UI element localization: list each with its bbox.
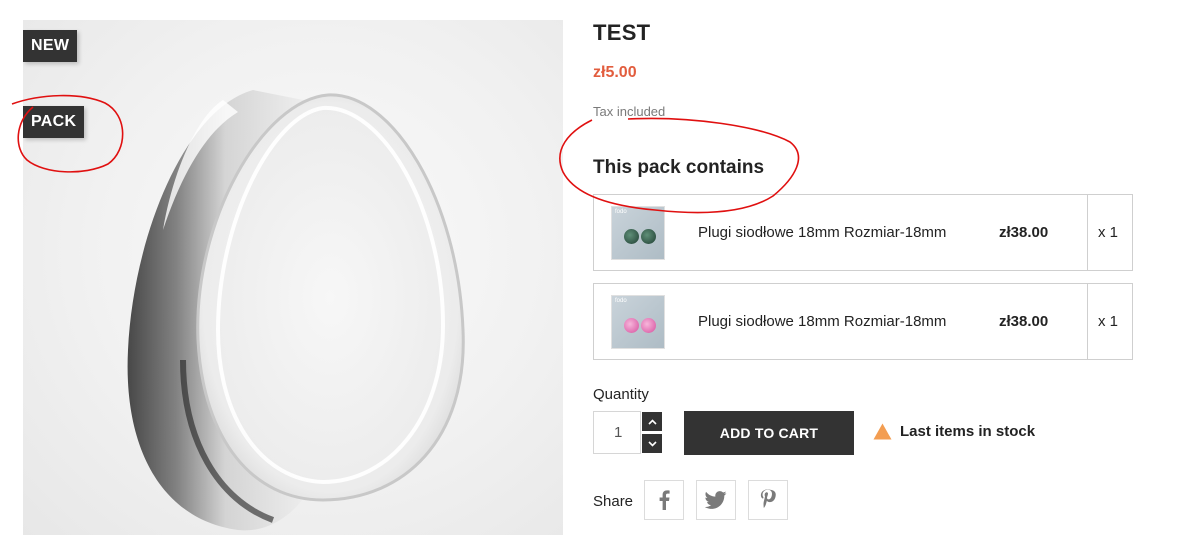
divider bbox=[1087, 284, 1088, 359]
pack-item[interactable]: fodo Plugi siodłowe 18mm Rozmiar-18mm zł… bbox=[593, 194, 1133, 271]
pack-item[interactable]: fodo Plugi siodłowe 18mm Rozmiar-18mm zł… bbox=[593, 283, 1133, 360]
quantity-increment-button[interactable] bbox=[641, 411, 663, 432]
pinterest-icon bbox=[760, 489, 776, 508]
tax-note: Tax included bbox=[593, 104, 666, 119]
share-pinterest-button[interactable] bbox=[748, 480, 788, 520]
pink-plugs-thumbnail[interactable]: fodo bbox=[611, 295, 665, 349]
warning-icon bbox=[873, 423, 892, 440]
new-flag: NEW bbox=[23, 30, 78, 62]
product-image[interactable]: NEW PACK bbox=[23, 20, 563, 535]
share-twitter-button[interactable] bbox=[696, 480, 736, 520]
quantity-input[interactable] bbox=[593, 411, 641, 454]
green-plugs-thumbnail[interactable]: fodo bbox=[611, 206, 665, 260]
pack-item-price: zł38.00 bbox=[999, 313, 1049, 330]
chevron-up-icon bbox=[647, 418, 657, 425]
pack-item-quantity: x 1 bbox=[1098, 313, 1119, 330]
pack-heading: This pack contains bbox=[593, 157, 765, 178]
add-to-cart-button[interactable]: ADD TO CART bbox=[684, 411, 854, 455]
product-title: TEST bbox=[593, 20, 651, 45]
share-facebook-button[interactable] bbox=[644, 480, 684, 520]
product-price: zł5.00 bbox=[593, 64, 637, 81]
pack-item-quantity: x 1 bbox=[1098, 224, 1119, 241]
divider bbox=[1087, 195, 1088, 270]
stock-message: Last items in stock bbox=[900, 423, 1036, 440]
facebook-icon bbox=[659, 490, 670, 510]
stock-status: Last items in stock bbox=[873, 423, 1035, 440]
quantity-decrement-button[interactable] bbox=[641, 433, 663, 454]
clear-plug-illustration bbox=[127, 90, 465, 531]
share-label: Share bbox=[593, 493, 634, 510]
twitter-icon bbox=[705, 491, 727, 509]
chevron-down-icon bbox=[647, 440, 657, 447]
pack-flag: PACK bbox=[23, 106, 85, 138]
pack-item-name[interactable]: Plugi siodłowe 18mm Rozmiar-18mm bbox=[698, 224, 946, 241]
pack-item-name[interactable]: Plugi siodłowe 18mm Rozmiar-18mm bbox=[698, 313, 946, 330]
quantity-label: Quantity bbox=[593, 386, 649, 403]
pack-item-price: zł38.00 bbox=[999, 224, 1049, 241]
